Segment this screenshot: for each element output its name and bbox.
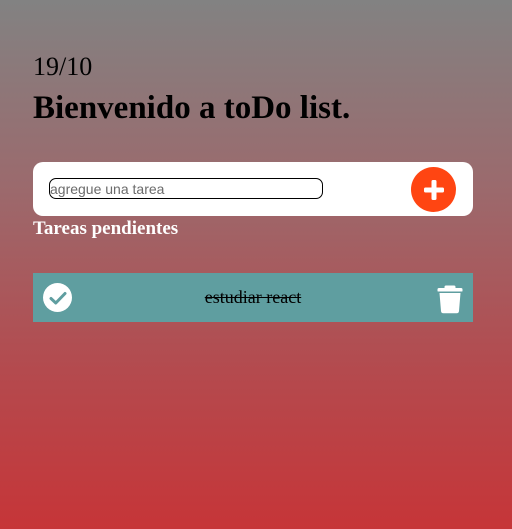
add-task-button[interactable] <box>411 167 456 212</box>
delete-task-button[interactable] <box>435 283 465 314</box>
pending-tasks-title: Tareas pendientes <box>33 218 179 239</box>
add-task-card <box>33 162 473 216</box>
current-date: 19/10 <box>33 52 93 81</box>
task-list: estudiar react <box>33 273 473 322</box>
task-text: estudiar react <box>204 287 302 307</box>
plus-icon <box>423 179 444 200</box>
page-title: Bienvenido a toDo list. <box>33 90 351 126</box>
task-item: estudiar react <box>33 273 473 322</box>
trash-icon <box>437 285 463 313</box>
check-icon <box>49 291 66 304</box>
task-input[interactable] <box>49 178 323 199</box>
complete-task-button[interactable] <box>43 283 72 312</box>
